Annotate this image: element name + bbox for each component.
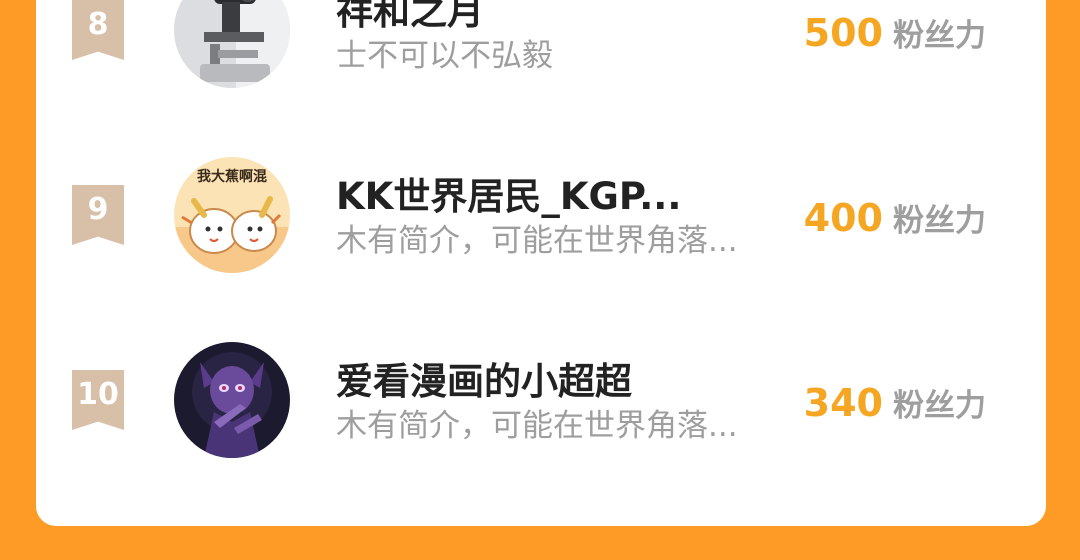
user-name[interactable]: 爱看漫画的小超超 [336,360,632,404]
rank-number: 8 [87,7,109,42]
purple-anime-character-avatar-icon [174,342,290,458]
fans-label: 粉丝力 [893,18,986,54]
rank-number: 9 [87,192,109,227]
user-avatar[interactable] [174,0,290,88]
user-bio: 士不可以不弘毅 [336,38,553,74]
rank-badge: 8 [72,0,124,60]
user-name[interactable]: 祥和之月 [336,0,484,34]
user-bio: 木有简介，可能在世界角落... [336,223,738,259]
fans-label: 粉丝力 [893,388,986,424]
avatar-caption: 我大蕉啊混 [197,168,267,185]
fans-label: 粉丝力 [893,203,986,239]
fans-value: 400 [803,196,883,240]
ranking-card: 8 祥和之月 士不可以不弘毅 500 粉丝力 9 我大蕉啊混 KK世界居民_KG… [36,0,1046,526]
fans-score: 340 粉丝力 [804,380,986,425]
user-bio: 木有简介，可能在世界角落... [336,408,738,444]
ranking-row[interactable]: 9 我大蕉啊混 KK世界居民_KGP... 木有简介，可能在世界角落... 40… [36,155,1046,285]
user-avatar[interactable]: 我大蕉啊混 [174,157,290,273]
rank-badge: 10 [72,370,124,430]
fans-score: 500 粉丝力 [804,10,986,55]
fans-score: 400 粉丝力 [804,195,986,240]
microscope-photo-avatar-icon [174,0,290,88]
ranking-row[interactable]: 8 祥和之月 士不可以不弘毅 500 粉丝力 [36,0,1046,100]
fans-value: 340 [803,381,883,425]
fans-value: 500 [803,11,883,55]
user-name[interactable]: KK世界居民_KGP... [336,175,681,219]
user-avatar[interactable] [174,342,290,458]
rank-badge: 9 [72,185,124,245]
ranking-row[interactable]: 10 爱看漫画的小超超 木有简介，可能在世界角落... 340 粉丝力 [36,340,1046,470]
rank-number: 10 [77,377,119,412]
cartoon-sticker-avatar-icon: 我大蕉啊混 [174,157,290,273]
